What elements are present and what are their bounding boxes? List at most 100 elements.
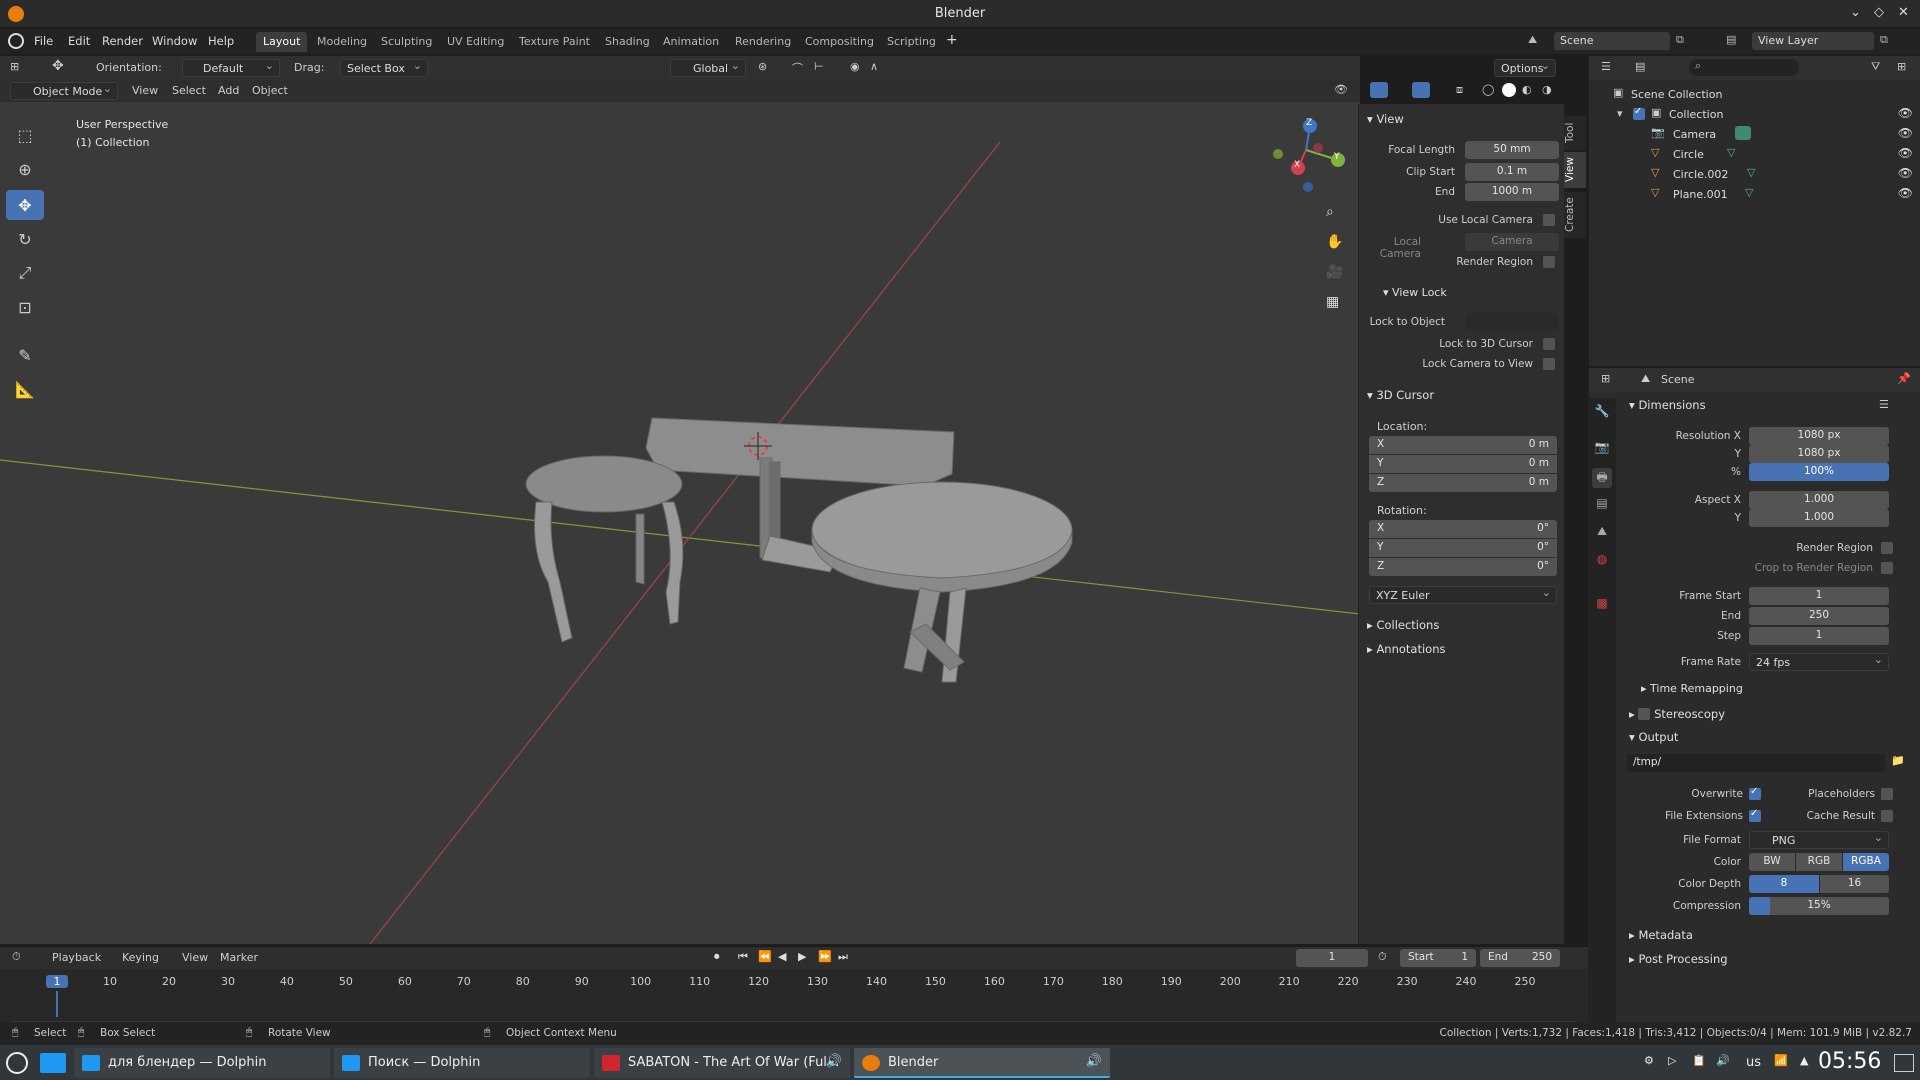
show-desktop-icon[interactable] — [1894, 1054, 1914, 1072]
jump-end-icon[interactable]: ⏭ — [838, 950, 848, 964]
annotations-section-header[interactable]: ▸ Annotations — [1367, 642, 1446, 656]
compression-slider[interactable]: 15% — [1749, 897, 1889, 915]
render-region-checkbox[interactable] — [1543, 256, 1555, 268]
camera-view-icon[interactable]: 🎥 — [1326, 264, 1343, 280]
tab-view[interactable]: View — [1564, 152, 1586, 188]
gizmo-toggle-icon[interactable] — [1370, 82, 1388, 98]
visibility-eye-icon[interactable]: 👁 — [1898, 146, 1913, 160]
clip-end-field[interactable]: 1000 m — [1465, 183, 1559, 201]
outliner-row-collection[interactable]: ▾ ▣ Collection 👁 — [1589, 104, 1920, 124]
keying-menu[interactable]: Keying — [122, 951, 159, 964]
filter-icon[interactable]: ⛛ — [1871, 60, 1880, 74]
tab-tool[interactable]: Tool — [1564, 116, 1586, 150]
close-icon[interactable]: ✕ — [1898, 5, 1909, 20]
tab-compositing[interactable]: Compositing — [798, 32, 881, 52]
xray-icon[interactable]: ⧈ — [1456, 83, 1463, 97]
stereoscopy-header[interactable]: ▸ Stereoscopy — [1629, 706, 1725, 721]
transform-orientation-dropdown[interactable]: Global — [670, 59, 746, 77]
cursor-rotation-y[interactable]: Y 0° — [1369, 539, 1557, 557]
tray-wifi-icon[interactable]: 📶 — [1774, 1054, 1788, 1067]
visibility-eye-icon[interactable]: 👁 — [1898, 166, 1913, 180]
tab-texture-paint[interactable]: Texture Paint — [512, 32, 597, 52]
output-header[interactable]: ▾ Output — [1629, 730, 1678, 744]
metadata-header[interactable]: ▸ Metadata — [1629, 928, 1693, 942]
visibility-eye-icon[interactable]: 👁 — [1898, 186, 1913, 200]
time-remapping-header[interactable]: ▸ Time Remapping — [1641, 682, 1743, 695]
res-y-field[interactable]: 1080 px — [1749, 445, 1889, 463]
cursor-location-z[interactable]: Z0 m — [1369, 474, 1557, 492]
end-frame-field[interactable]: End 250 — [1480, 949, 1560, 967]
3d-viewport[interactable]: Z Y X User Perspective (1) Collection ⌕ … — [0, 102, 1401, 944]
current-frame-field[interactable]: 1 — [1296, 949, 1368, 967]
rotation-mode-dropdown[interactable]: XYZ Euler — [1369, 586, 1557, 604]
tab-create[interactable]: Create — [1564, 192, 1586, 238]
output-tab-icon[interactable]: 🖶 — [1592, 468, 1612, 488]
output-path-input[interactable]: /tmp/ — [1627, 754, 1885, 772]
outliner-editor-icon[interactable]: ☰ — [1601, 60, 1611, 73]
timeline-editor-icon[interactable]: ⏱ — [12, 950, 21, 964]
cursor-location-y[interactable]: Y0 m — [1369, 455, 1557, 473]
view-lock-header[interactable]: ▾ View Lock — [1383, 286, 1447, 299]
add-workspace-icon[interactable]: + — [946, 32, 958, 48]
aspect-x-field[interactable]: 1.000 — [1749, 491, 1889, 509]
color-rgb-button[interactable]: RGB — [1796, 853, 1842, 871]
drag-dropdown[interactable]: Select Box — [340, 59, 428, 77]
outliner-row-camera[interactable]: 📷 Camera 👁 — [1589, 124, 1920, 144]
tray-steam-icon[interactable]: ⚙ — [1644, 1054, 1654, 1067]
tray-volume-icon[interactable]: 🔊 — [1716, 1054, 1730, 1067]
select-menu[interactable]: Select — [172, 84, 206, 97]
tray-clipboard-icon[interactable]: 📋 — [1692, 1054, 1706, 1067]
tab-shading[interactable]: Shading — [598, 32, 657, 52]
timeline-ruler[interactable]: 1 10 20 30 40 50 60 70 80 90 100 110 120 130 140 150 160… — [0, 969, 1588, 1029]
task-dolphin-blender[interactable]: для блендер — Dolphin — [74, 1048, 330, 1078]
menu-render[interactable]: Render — [102, 34, 143, 48]
clip-start-field[interactable]: 0.1 m — [1465, 163, 1559, 181]
view-menu[interactable]: View — [132, 84, 158, 97]
outliner-row-circle[interactable]: ▽ Circle ▽ 👁 — [1589, 144, 1920, 164]
presets-icon[interactable]: ☰ — [1879, 398, 1889, 411]
tray-media-icon[interactable]: ▷ — [1668, 1054, 1676, 1067]
snap-target-icon[interactable]: ⊢ — [814, 60, 824, 73]
outliner-search-input[interactable]: ⌕ — [1689, 59, 1799, 76]
color-rgba-button[interactable]: RGBA — [1843, 853, 1889, 871]
tab-rendering[interactable]: Rendering — [728, 32, 798, 52]
pin-icon[interactable]: 📌 — [1897, 372, 1911, 385]
crop-region-checkbox[interactable] — [1881, 562, 1893, 574]
mode-dropdown[interactable]: Object Mode — [10, 82, 118, 100]
snap-icon[interactable]: ⌒ — [792, 60, 803, 76]
play-icon[interactable]: ▶ — [798, 950, 806, 963]
scene-tab-icon[interactable]: ⛰ — [1592, 524, 1612, 544]
overwrite-checkbox[interactable] — [1749, 786, 1761, 800]
use-local-camera-checkbox[interactable] — [1543, 214, 1555, 226]
focal-length-field[interactable]: 50 mm — [1465, 141, 1559, 159]
scene-field[interactable]: Scene — [1554, 32, 1670, 50]
placeholders-checkbox[interactable] — [1881, 788, 1893, 800]
pan-hand-icon[interactable]: ✋ — [1326, 234, 1343, 250]
res-x-field[interactable]: 1080 px — [1749, 427, 1889, 445]
playhead-line[interactable] — [56, 991, 58, 1017]
cursor-location-x[interactable]: X0 m — [1369, 436, 1557, 454]
minimize-icon[interactable]: ⌄ — [1850, 5, 1861, 20]
post-processing-header[interactable]: ▸ Post Processing — [1629, 952, 1728, 966]
clock[interactable]: 05:56 — [1818, 1049, 1881, 1074]
res-pct-field[interactable]: 100% — [1749, 463, 1889, 481]
tray-expand-icon[interactable]: ▲ — [1800, 1054, 1808, 1067]
outliner-row-plane-001[interactable]: ▽ Plane.001 ▽ 👁 — [1589, 184, 1920, 204]
playback-menu[interactable]: Playback — [52, 951, 101, 964]
transform-tool-icon[interactable]: ⊡ — [6, 292, 44, 322]
view-layer-field[interactable]: View Layer — [1752, 32, 1874, 50]
render-tab-icon[interactable]: 📷 — [1592, 440, 1612, 460]
visibility-eye-icon[interactable]: 👁 — [1898, 106, 1913, 120]
next-keyframe-icon[interactable]: ⏩ — [818, 950, 832, 963]
lock-object-field[interactable] — [1465, 313, 1559, 331]
menu-help[interactable]: Help — [208, 34, 234, 48]
outliner-row-circle-002[interactable]: ▽ Circle.002 ▽ 👁 — [1589, 164, 1920, 184]
marker-menu[interactable]: Marker — [220, 951, 258, 964]
properties-editor-icon[interactable]: ⊞ — [1601, 372, 1610, 385]
jump-start-icon[interactable]: ⏮ — [738, 950, 748, 964]
keyboard-layout[interactable]: us — [1746, 1055, 1761, 1070]
rendered-shading-icon[interactable]: ◑ — [1542, 83, 1552, 96]
scale-tool-icon[interactable]: ⤢ — [6, 258, 44, 288]
cache-result-checkbox[interactable] — [1881, 810, 1893, 822]
view-menu[interactable]: View — [182, 951, 208, 964]
